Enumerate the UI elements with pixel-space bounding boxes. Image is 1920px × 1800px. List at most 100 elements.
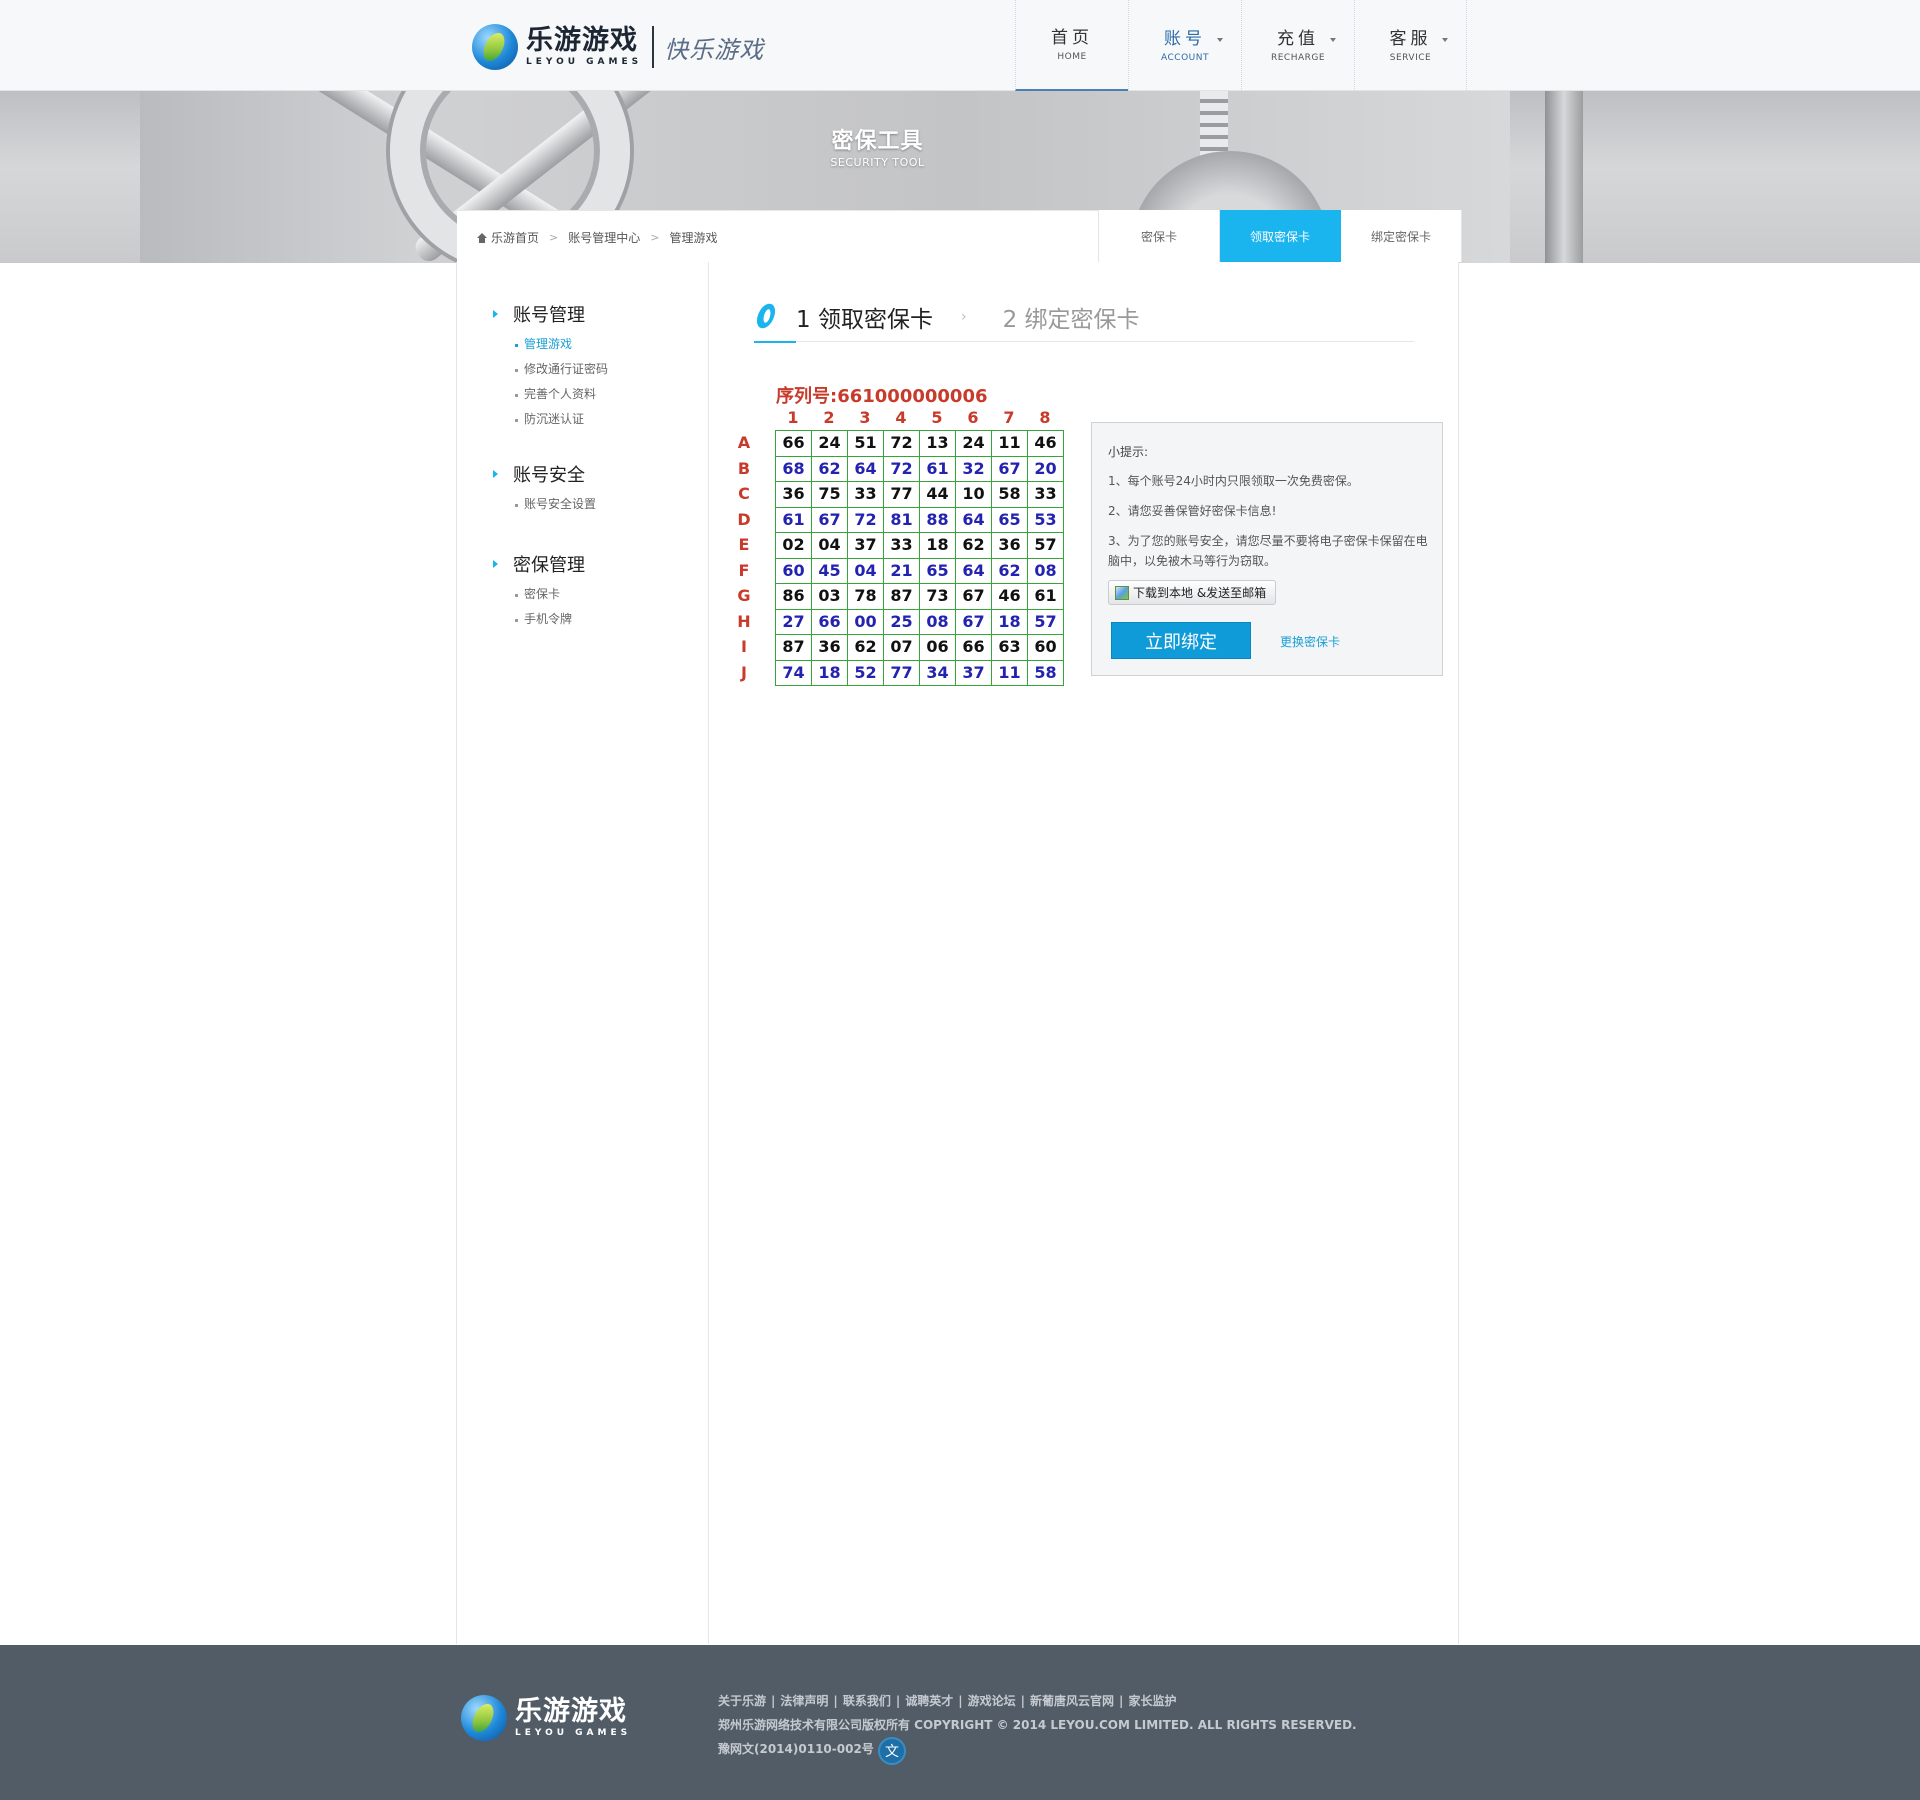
card-grid-cell: 86: [775, 583, 812, 610]
logo-subtitle: LEYOU GAMES: [526, 57, 643, 67]
footer-link-separator: |: [958, 1694, 963, 1708]
download-button-label: 下载到本地 &发送至邮箱: [1133, 586, 1267, 600]
logo-mark-icon: [461, 1695, 507, 1741]
card-grid-cell: 62: [811, 455, 848, 482]
chevron-down-icon: [1217, 38, 1223, 42]
footer-links: 关于乐游 | 法律声明 | 联系我们 | 诚聘英才 | 游戏论坛 | 新葡唐风云官网 | 家长监护: [718, 1692, 1176, 1709]
card-grid-cell: 08: [919, 608, 956, 635]
site-logo[interactable]: 乐游游戏 LEYOU GAMES 快乐游戏: [472, 20, 832, 74]
download-send-email-button[interactable]: 下载到本地 &发送至邮箱: [1108, 580, 1276, 605]
card-grid-cell: 18: [811, 659, 848, 686]
footer-link-separator: |: [833, 1694, 838, 1708]
footer-link[interactable]: 关于乐游: [718, 1694, 766, 1708]
sidebar: 账号管理 管理游戏 修改通行证密码 完善个人资料 防沉迷认证 账号安全 账号安全…: [457, 262, 709, 1644]
card-grid-cell: 77: [883, 481, 920, 508]
card-grid: 66 24 51 72 13 24 11 46 68 62 64 72 61 32 67 20 36 75 33 77…: [775, 430, 1064, 686]
sidebar-group-account: 账号管理 管理游戏 修改通行证密码 完善个人资料 防沉迷认证: [493, 304, 608, 432]
card-grid-cell: 33: [847, 481, 884, 508]
license-badge-icon[interactable]: 文: [878, 1737, 906, 1765]
card-grid-cell: 72: [883, 430, 920, 457]
card-row-header: J: [741, 662, 747, 682]
card-grid-cell: 62: [955, 532, 992, 559]
card-row-header: H: [737, 611, 751, 631]
card-grid-cell: 34: [919, 659, 956, 686]
card-row-header: G: [737, 586, 751, 605]
card-grid-cell: 66: [775, 430, 812, 457]
nav-item-recharge[interactable]: 充值 RECHARGE: [1241, 0, 1354, 91]
card-grid-cell: 68: [775, 455, 812, 482]
tips-box: 小提示: 1、每个账号24小时内只限领取一次免费密保。 2、请您妥善保管好密保卡…: [1091, 422, 1443, 676]
footer-link[interactable]: 诚聘英才: [905, 1694, 953, 1708]
sidebar-group-title[interactable]: 账号安全: [493, 464, 596, 488]
sidebar-item-security-card[interactable]: 密保卡: [515, 582, 585, 607]
footer-link[interactable]: 联系我们: [843, 1694, 891, 1708]
breadcrumb-account-center[interactable]: 账号管理中心: [568, 229, 640, 246]
sidebar-group-title[interactable]: 账号管理: [493, 304, 608, 328]
card-serial-number: 序列号:661000000006: [776, 386, 988, 407]
footer-link[interactable]: 游戏论坛: [968, 1694, 1016, 1708]
breadcrumb-current: 管理游戏: [669, 231, 718, 245]
footer-logo-title: 乐游游戏: [515, 1696, 627, 1727]
nav-item-account[interactable]: 账号 ACCOUNT: [1128, 0, 1241, 91]
card-grid-cell: 67: [811, 506, 848, 533]
tab-bind-security-card[interactable]: 绑定密保卡: [1341, 210, 1462, 262]
sidebar-item-anti-addiction[interactable]: 防沉迷认证: [515, 407, 608, 432]
card-grid-row: 66 24 51 72 13 24 11 46: [775, 430, 1064, 457]
card-grid-cell: 52: [847, 659, 884, 686]
footer-link[interactable]: 法律声明: [780, 1694, 828, 1708]
card-grid-cell: 11: [991, 430, 1028, 457]
footer-logo[interactable]: 乐游游戏 LEYOU GAMES: [461, 1695, 631, 1741]
card-grid-cell: 62: [847, 634, 884, 661]
nav-item-service[interactable]: 客服 SERVICE: [1354, 0, 1467, 91]
drop-logo-icon: [754, 301, 780, 333]
sidebar-item-security-settings[interactable]: 账号安全设置: [515, 492, 596, 517]
card-grid-cell: 58: [991, 481, 1028, 508]
bind-now-button[interactable]: 立即绑定: [1111, 622, 1251, 659]
card-grid-cell: 02: [775, 532, 812, 559]
sidebar-item-profile[interactable]: 完善个人资料: [515, 382, 608, 407]
card-grid-cell: 61: [1027, 583, 1064, 610]
card-grid-row: 86 03 78 87 73 67 46 61: [775, 583, 1064, 610]
footer: 乐游游戏 LEYOU GAMES 关于乐游 | 法律声明 | 联系我们 | 诚聘英才 | 游戏论…: [0, 1645, 1920, 1800]
card-grid-cell: 13: [919, 430, 956, 457]
card-grid-cell: 65: [991, 506, 1028, 533]
tab-get-security-card[interactable]: 领取密保卡: [1220, 210, 1341, 270]
card-grid-cell: 66: [811, 608, 848, 635]
card-column-header: 5: [931, 408, 943, 427]
tab-security-card[interactable]: 密保卡: [1099, 210, 1220, 262]
card-grid-cell: 04: [847, 557, 884, 584]
nav-sublabel: SERVICE: [1389, 53, 1432, 63]
card-grid-row: 61 67 72 81 88 64 65 53: [775, 506, 1064, 533]
breadcrumb-home[interactable]: 乐游首页: [491, 229, 539, 246]
nav-label: 首页: [1051, 28, 1093, 48]
tip-item: 3、为了您的账号安全，请您尽量不要将电子密保卡保留在电脑中，以免被木马等行为窃取…: [1108, 534, 1428, 568]
card-grid-cell: 25: [883, 608, 920, 635]
change-card-link[interactable]: 更换密保卡: [1280, 633, 1340, 650]
card-grid-cell: 36: [991, 532, 1028, 559]
sidebar-item-manage-games[interactable]: 管理游戏: [515, 332, 608, 357]
sidebar-item-change-password[interactable]: 修改通行证密码: [515, 357, 608, 382]
nav-item-home[interactable]: 首页 HOME: [1015, 0, 1128, 91]
card-grid-cell: 75: [811, 481, 848, 508]
card-grid-cell: 45: [811, 557, 848, 584]
card-grid-cell: 07: [883, 634, 920, 661]
card-grid-cell: 72: [847, 506, 884, 533]
footer-link[interactable]: 家长监护: [1128, 1694, 1176, 1708]
card-grid-cell: 87: [883, 583, 920, 610]
step-2-label: 2 绑定密保卡: [1002, 306, 1140, 333]
card-grid-cell: 57: [1027, 532, 1064, 559]
top-bar: 乐游游戏 LEYOU GAMES 快乐游戏 首页 HOME 账号 ACCOUNT…: [0, 0, 1920, 91]
logo-title: 乐游游戏: [526, 25, 638, 56]
card-grid-cell: 81: [883, 506, 920, 533]
home-icon: [477, 232, 487, 243]
footer-link[interactable]: 新葡唐风云官网: [1030, 1694, 1114, 1708]
nav-label: 充值: [1277, 29, 1319, 49]
tip-item: 1、每个账号24小时内只限领取一次免费密保。: [1108, 474, 1359, 488]
sidebar-group-title[interactable]: 密保管理: [493, 554, 585, 578]
card-grid-cell: 73: [919, 583, 956, 610]
sidebar-item-mobile-token[interactable]: 手机令牌: [515, 607, 585, 632]
logo-divider: [652, 26, 655, 68]
card-row-header: A: [737, 433, 751, 452]
card-grid-cell: 87: [775, 634, 812, 661]
nav-label: 账号: [1164, 29, 1206, 49]
